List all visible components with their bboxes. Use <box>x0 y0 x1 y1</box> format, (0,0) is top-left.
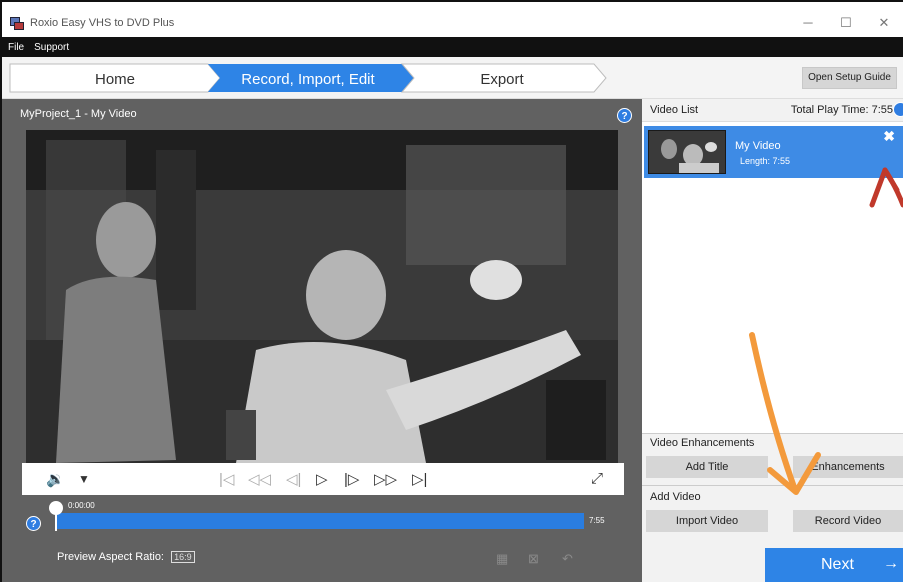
app-logo-icon <box>10 16 24 30</box>
video-list-title: Video List <box>650 104 699 116</box>
video-preview[interactable] <box>26 130 618 463</box>
import-video-button[interactable]: Import Video <box>646 510 768 532</box>
add-video-title: Add Video <box>650 491 701 503</box>
timeline-track[interactable] <box>56 513 584 529</box>
video-frame-image <box>26 130 618 463</box>
menu-bar: File Support <box>2 37 903 57</box>
preview-panel: MyProject_1 - My Video ? 🔉 ▼ |◁ ◁◁ ◁| ▷ … <box>2 99 642 582</box>
tab-export[interactable]: Export <box>402 71 602 88</box>
video-list: My Video Length: 7:55 ✖ <box>642 121 903 433</box>
close-window-button[interactable]: ✕ <box>865 9 903 37</box>
divider <box>642 485 903 486</box>
thumbnail-image <box>649 131 725 173</box>
video-name: My Video <box>735 140 781 152</box>
timeline-help-icon[interactable]: ? <box>26 516 41 531</box>
video-list-help-icon[interactable] <box>893 102 903 117</box>
maximize-button[interactable]: ☐ <box>827 9 865 37</box>
title-bar: Roxio Easy VHS to DVD Plus ─ ☐ ✕ <box>2 9 903 37</box>
step-back-icon[interactable]: ◁| <box>286 470 301 488</box>
divider <box>642 433 903 434</box>
play-icon[interactable]: ▷ <box>316 470 328 488</box>
window-controls: ─ ☐ ✕ <box>789 9 903 37</box>
volume-icon[interactable]: 🔉 <box>46 470 65 488</box>
step-nav: Home Record, Import, Edit Export Open Se… <box>2 57 903 99</box>
aspect-ratio-toggle[interactable]: 16:9 <box>171 551 195 563</box>
video-enhancements-title: Video Enhancements <box>650 437 755 449</box>
open-setup-guide-button[interactable]: Open Setup Guide <box>802 67 897 89</box>
add-title-button[interactable]: Add Title <box>646 456 768 478</box>
record-video-button[interactable]: Record Video <box>793 510 903 532</box>
time-end: 7:55 <box>589 516 605 525</box>
filmstrip-icon[interactable]: ▦ <box>496 551 508 567</box>
undo-icon[interactable]: ↶ <box>562 551 573 567</box>
tab-record-import-edit[interactable]: Record, Import, Edit <box>208 71 408 88</box>
menu-support[interactable]: Support <box>34 42 69 53</box>
video-list-header: Video List Total Play Time: 7:55 <box>642 99 903 121</box>
right-panel: Video List Total Play Time: 7:55 My Vide… <box>642 99 903 582</box>
video-thumbnail <box>648 130 726 174</box>
next-button[interactable]: Next → <box>765 548 903 582</box>
minimize-button[interactable]: ─ <box>789 9 827 37</box>
fast-forward-icon[interactable]: ▷▷ <box>374 470 397 488</box>
video-length: Length: 7:55 <box>740 156 791 166</box>
volume-dropdown-icon[interactable]: ▼ <box>78 472 90 486</box>
next-button-label: Next <box>821 556 854 573</box>
list-item[interactable]: My Video Length: 7:55 ✖ <box>644 126 903 178</box>
menu-file[interactable]: File <box>8 42 24 53</box>
fullscreen-icon[interactable]: ⤢ <box>591 470 603 487</box>
window-title: Roxio Easy VHS to DVD Plus <box>30 17 175 29</box>
enhancements-button[interactable]: Enhancements <box>793 456 903 478</box>
aspect-ratio: Preview Aspect Ratio: 16:9 <box>57 551 195 563</box>
aspect-ratio-label: Preview Aspect Ratio: <box>57 551 164 563</box>
remove-video-icon[interactable]: ✖ <box>883 128 895 145</box>
crop-icon[interactable]: ⊠ <box>528 551 539 567</box>
project-title: MyProject_1 - My Video <box>20 108 137 120</box>
arrow-right-icon: → <box>883 555 899 572</box>
playback-controls: 🔉 ▼ |◁ ◁◁ ◁| ▷ |▷ ▷▷ ▷| ⤢ <box>22 463 624 495</box>
skip-to-end-icon[interactable]: ▷| <box>412 470 427 488</box>
rewind-icon[interactable]: ◁◁ <box>248 470 271 488</box>
total-play-time: Total Play Time: 7:55 <box>790 104 893 116</box>
help-icon[interactable]: ? <box>617 108 632 123</box>
skip-to-start-icon[interactable]: |◁ <box>219 470 234 488</box>
time-start: 0:00:00 <box>68 501 95 510</box>
step-forward-icon[interactable]: |▷ <box>344 470 359 488</box>
playhead-handle[interactable] <box>49 501 63 515</box>
tab-home[interactable]: Home <box>10 71 220 88</box>
